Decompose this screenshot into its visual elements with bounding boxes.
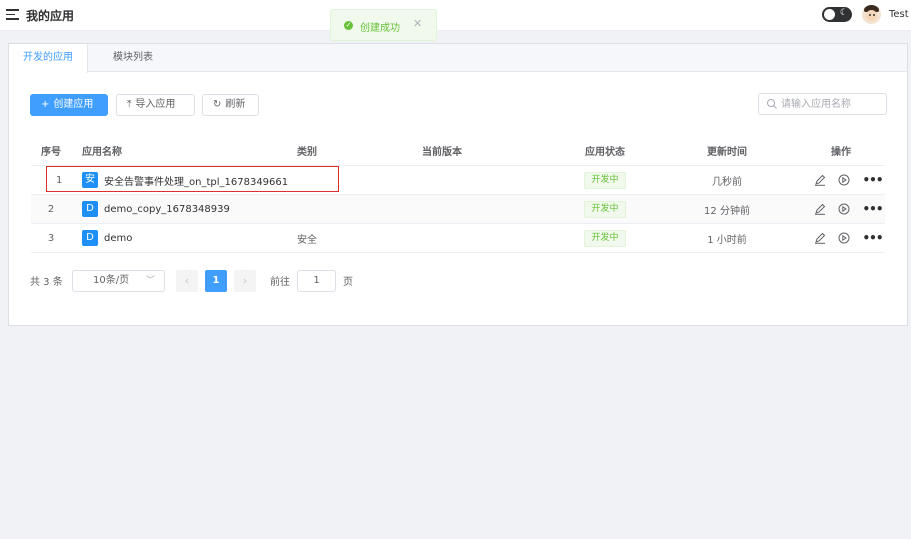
refresh-button[interactable]: ↻ 刷新 [202, 94, 259, 116]
search-icon [767, 99, 777, 109]
version-cell [422, 195, 542, 223]
search-input[interactable] [781, 96, 883, 112]
more-icon[interactable]: ••• [862, 231, 883, 245]
chevron-down-icon: ﹀ [145, 276, 155, 286]
toast-message: 创建成功 [360, 23, 400, 34]
run-icon[interactable] [838, 174, 850, 186]
category-cell: 安全 [297, 234, 317, 246]
goto-label: 前往 [270, 277, 290, 288]
status-cell: 开发中 [552, 195, 658, 223]
check-circle-icon: ✓ [344, 21, 353, 30]
plus-icon: + [41, 99, 50, 110]
column-header-actions: 操作 [831, 147, 851, 158]
updated-cell: 12 分钟前 [704, 205, 750, 217]
create-app-button[interactable]: + 创建应用 [30, 94, 108, 116]
category-cell [297, 166, 417, 194]
status-cell: 开发中 [552, 224, 658, 252]
table-header: 序号 应用名称 类别 当前版本 应用状态 更新时间 操作 [31, 136, 885, 166]
moon-icon: ☾ [839, 8, 848, 18]
edit-icon[interactable] [814, 203, 826, 215]
app-name[interactable]: demo [104, 233, 132, 244]
tab-module-list[interactable]: 模块列表 [93, 44, 173, 72]
app-name-cell[interactable]: D demo_copy_1678348939 [82, 195, 292, 223]
status-badge: 开发中 [584, 200, 626, 218]
page-suffix-label: 页 [343, 277, 353, 288]
tab-bar: 开发的应用 模块列表 [9, 44, 907, 73]
search-box [758, 93, 887, 115]
status-cell: 开发中 [552, 166, 658, 194]
create-app-label: 创建应用 [53, 99, 94, 110]
app-header: 我的应用 ☾ Test [0, 0, 911, 31]
column-header-status: 应用状态 [585, 147, 625, 158]
page-title: 我的应用 [26, 9, 75, 23]
page-number-current[interactable]: 1 [205, 270, 227, 292]
edit-icon[interactable] [814, 174, 826, 186]
column-header-category: 类别 [297, 147, 317, 158]
prev-page-button[interactable]: ‹ [176, 270, 198, 292]
app-name[interactable]: demo_copy_1678348939 [104, 204, 230, 215]
import-app-button[interactable]: ⤒ 导入应用 [116, 94, 195, 116]
actions-cell: ••• [786, 166, 896, 194]
table-row[interactable]: 3 D demo 安全 开发中 1 小时前 ••• [31, 224, 885, 253]
row-index: 3 [47, 232, 55, 244]
app-name-cell[interactable]: 安 安全告警事件处理_on_tpl_1678349661 [82, 166, 292, 194]
import-app-label: 导入应用 [135, 99, 176, 110]
app-icon: D [82, 230, 98, 246]
success-toast: ✓ 创建成功 ✕ [330, 9, 437, 41]
app-icon: 安 [82, 172, 98, 188]
column-header-index: 序号 [41, 147, 61, 158]
table-row[interactable]: 2 D demo_copy_1678348939 开发中 12 分钟前 ••• [31, 195, 885, 224]
close-icon[interactable]: ✕ [413, 17, 422, 30]
app-icon: D [82, 201, 98, 217]
menu-fold-icon[interactable] [6, 9, 19, 20]
next-page-button[interactable]: › [234, 270, 256, 292]
more-icon[interactable]: ••• [862, 173, 883, 187]
run-icon[interactable] [838, 232, 850, 244]
actions-cell: ••• [786, 195, 896, 223]
status-badge: 开发中 [584, 171, 626, 189]
row-index: 1 [56, 174, 63, 186]
column-header-name: 应用名称 [82, 147, 122, 158]
more-icon[interactable]: ••• [862, 202, 883, 216]
status-badge: 开发中 [584, 229, 626, 247]
apps-table: 序号 应用名称 类别 当前版本 应用状态 更新时间 操作 1 安 安全告警事件处… [31, 136, 885, 253]
page-size-select[interactable]: 10条/页 ﹀ [72, 270, 165, 292]
theme-toggle[interactable]: ☾ [822, 7, 852, 22]
toggle-knob [824, 9, 835, 20]
page-size-value: 10条/页 [93, 275, 130, 286]
refresh-label: 刷新 [225, 99, 246, 110]
user-name[interactable]: Test [889, 9, 909, 20]
pagination-total: 共 3 条 [30, 277, 63, 288]
category-cell [297, 195, 417, 223]
version-cell [422, 166, 542, 194]
version-cell [422, 224, 542, 252]
run-icon[interactable] [838, 203, 850, 215]
refresh-icon: ↻ [213, 99, 222, 110]
column-header-version: 当前版本 [422, 147, 462, 158]
column-header-updated: 更新时间 [707, 147, 747, 158]
app-name[interactable]: 安全告警事件处理_on_tpl_1678349661 [104, 173, 288, 188]
table-row[interactable]: 1 安 安全告警事件处理_on_tpl_1678349661 开发中 几秒前 •… [31, 166, 885, 195]
main-card: 开发的应用 模块列表 +创建应用 ⤒导入应用 ↻刷新 序号 应用名称 类别 当前… [8, 43, 908, 326]
tab-developed-apps[interactable]: 开发的应用 [9, 44, 88, 73]
goto-page-input[interactable]: 1 [297, 270, 336, 292]
row-index: 2 [47, 203, 55, 215]
updated-cell: 1 小时前 [707, 234, 747, 246]
edit-icon[interactable] [814, 232, 826, 244]
app-name-cell[interactable]: D demo [82, 224, 292, 252]
upload-icon: ⤒ [127, 99, 132, 110]
actions-cell: ••• [786, 224, 896, 252]
avatar[interactable] [862, 5, 881, 24]
updated-cell: 几秒前 [712, 176, 742, 188]
